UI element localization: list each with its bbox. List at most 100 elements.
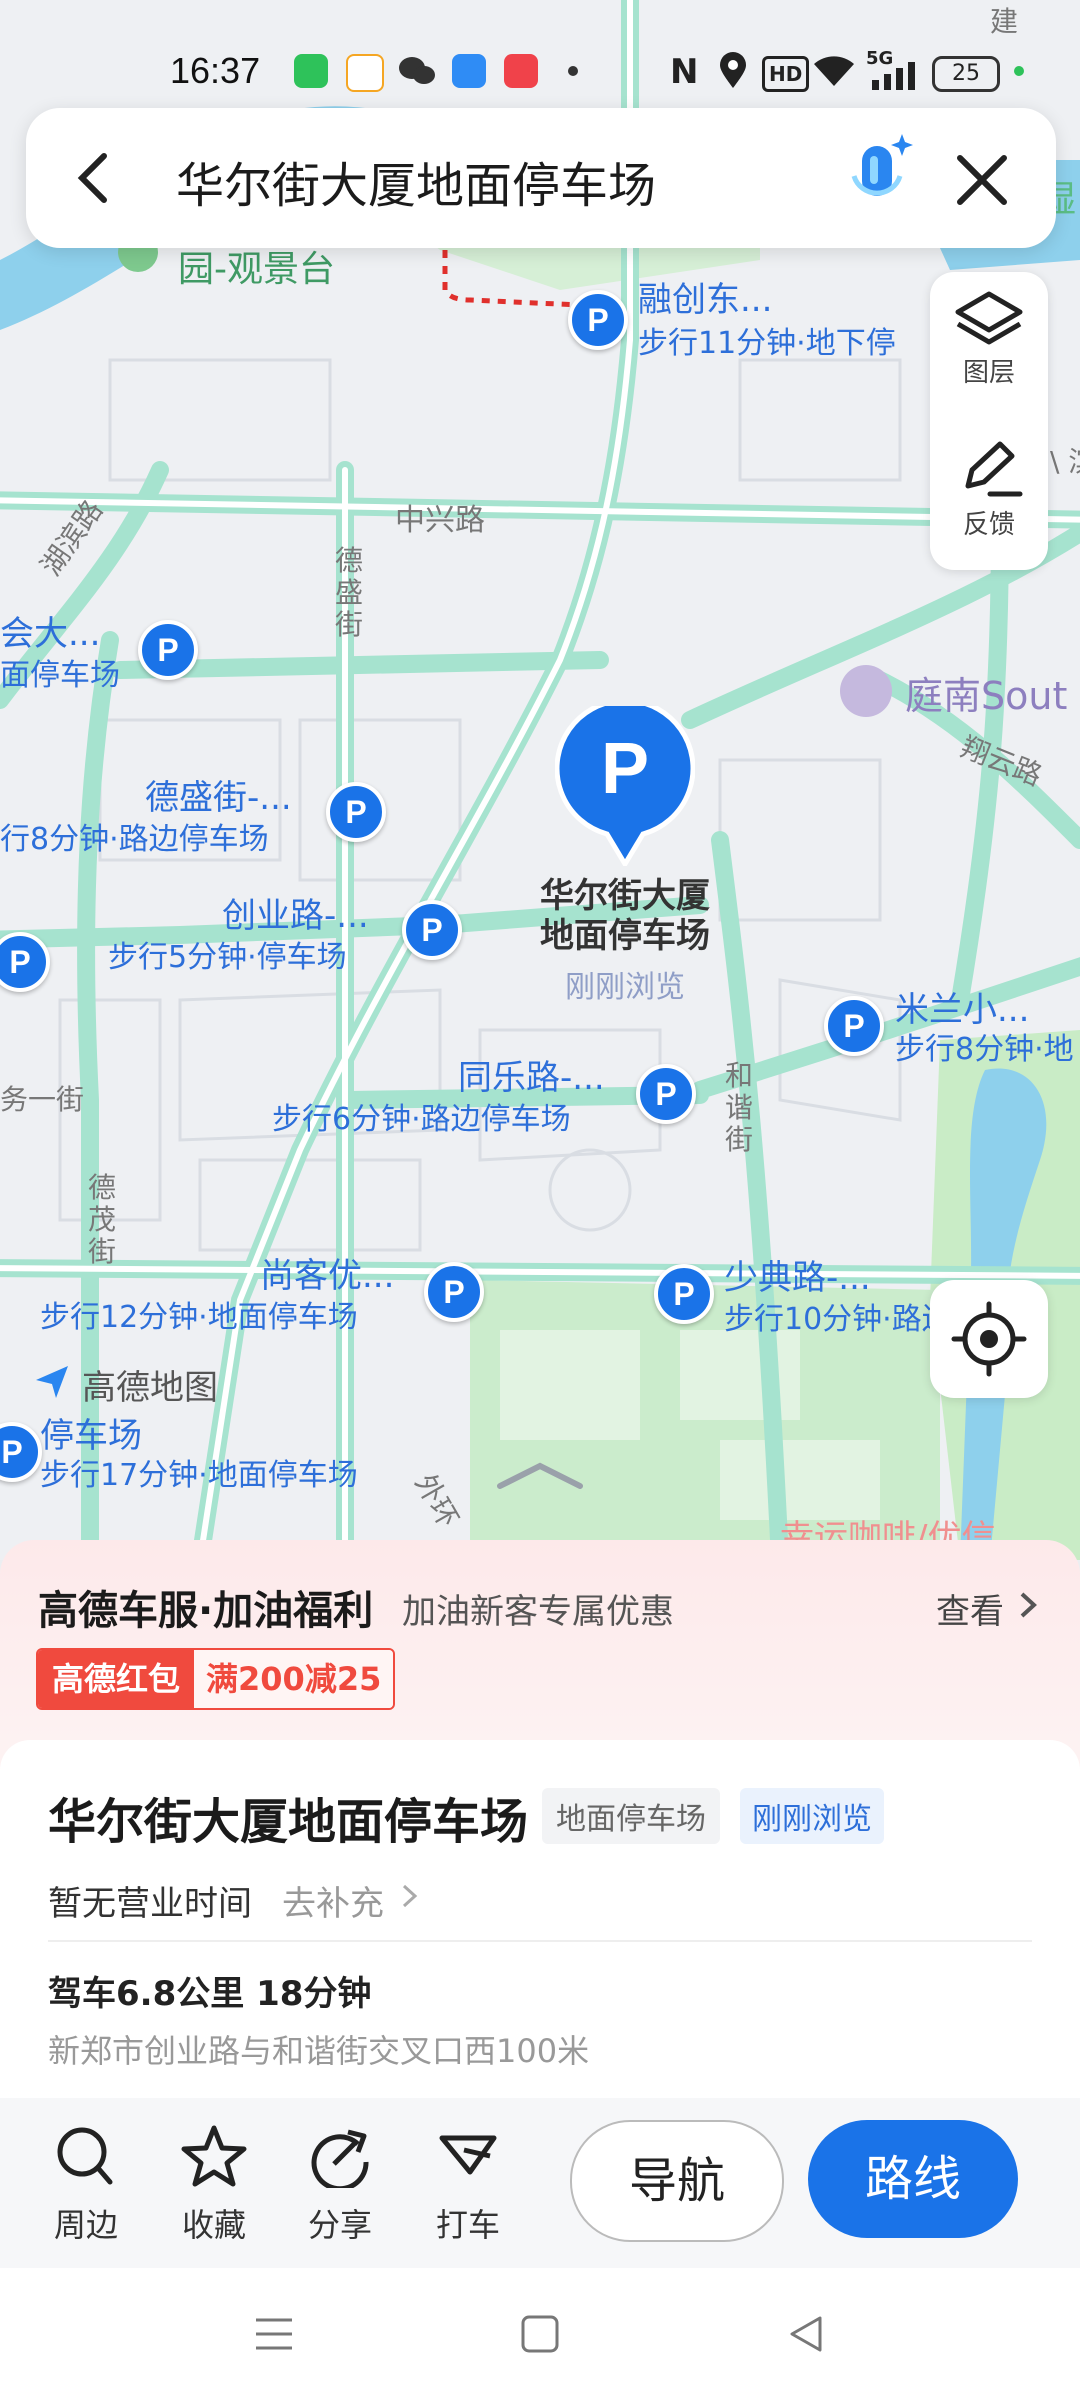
app-notification-icon [294, 54, 328, 88]
feedback-label: 反馈 [962, 510, 1015, 540]
locate-target-icon [951, 1301, 1027, 1377]
file-app-icon [452, 54, 486, 88]
parking-detail: 步行8分钟·地 [895, 1032, 1074, 1067]
green-dot-icon [1014, 66, 1024, 76]
drive-info: 驾车6.8公里 18分钟 [48, 1974, 372, 2014]
red-packet-coupon[interactable]: 高德红包 满200减25 [36, 1648, 396, 1710]
road-label-hexie: 和谐街 [725, 1059, 754, 1156]
chevron-right-icon [1016, 1590, 1040, 1620]
selected-pin-letter: P [600, 729, 650, 809]
promo-title: 高德车服·加油福利 [38, 1588, 374, 1634]
place-type-tag: 地面停车场 [542, 1788, 720, 1844]
back-icon[interactable] [66, 148, 126, 208]
taxi-label: 打车 [435, 2206, 500, 2244]
clock: 16:37 [170, 50, 261, 91]
hotel-icon[interactable] [840, 665, 892, 717]
share-button[interactable]: 分享 [290, 2124, 390, 2246]
voice-assistant-icon[interactable] [844, 132, 916, 224]
star-icon [181, 2125, 247, 2187]
parking-detail: 步行5分钟·停车场 [108, 940, 347, 975]
favorite-label: 收藏 [181, 2206, 246, 2244]
road-label-wuyi: 务一街 [0, 1083, 85, 1116]
parking-pin-icon[interactable]: P [326, 782, 386, 842]
promo-banner[interactable]: 高德车服·加油福利 加油新客专属优惠 查看 高德红包 满200减25 [0, 1540, 1080, 1770]
app58-notification-icon [346, 54, 384, 92]
layers-button[interactable]: 图层 [930, 288, 1048, 389]
hotel-label[interactable]: 庭南Sout [905, 665, 1067, 720]
selected-parking-label[interactable]: 华尔街大厦 地面停车场 [520, 876, 730, 956]
parking-detail: 行8分钟·路边停车场 [0, 822, 269, 857]
wechat-icon [398, 54, 436, 88]
navigate-button[interactable]: 导航 [570, 2120, 784, 2242]
favorite-button[interactable]: 收藏 [164, 2124, 264, 2246]
parking-pin-icon[interactable]: P [402, 900, 462, 960]
share-label: 分享 [307, 2206, 372, 2244]
parking-pin-icon[interactable]: P [636, 1064, 696, 1124]
amap-logo-icon [32, 1362, 72, 1402]
search-query[interactable]: 华尔街大厦地面停车场 [176, 146, 656, 216]
menu-icon[interactable] [252, 2312, 296, 2356]
divider [48, 1940, 1032, 1942]
nfc-icon: N [670, 52, 699, 92]
recent-tag: 刚刚浏览 [740, 1788, 884, 1844]
parking-name[interactable]: 会大... [0, 606, 100, 655]
battery-icon: 25 [932, 56, 1000, 92]
close-icon[interactable] [954, 152, 1010, 208]
parking-pin-icon[interactable]: P [824, 996, 884, 1056]
road-label-bin: \ 滨 [1050, 445, 1080, 478]
more-dot-icon [568, 66, 578, 76]
home-icon[interactable] [518, 2312, 562, 2356]
expand-chevron-icon[interactable] [496, 1456, 584, 1496]
wifi-icon [812, 54, 856, 88]
layers-icon [955, 291, 1023, 345]
road-label-zhongxing: 中兴路 [395, 503, 485, 538]
xiaohongshu-icon [504, 54, 538, 88]
location-icon [718, 52, 748, 90]
address: 新郑市创业路与和谐街交叉口西100米 [48, 2032, 590, 2070]
system-nav-bar [0, 2268, 1080, 2400]
feedback-edit-icon [965, 441, 1023, 497]
parking-name[interactable]: 尚客优... [260, 1248, 394, 1297]
search-bar[interactable]: 华尔街大厦地面停车场 [26, 108, 1056, 248]
hd-icon: HD [762, 56, 810, 92]
supplement-link[interactable]: 去补充 [282, 1876, 384, 1925]
signal-icon [868, 62, 916, 90]
parking-detail: 面停车场 [0, 658, 120, 693]
battery-level: 25 [952, 61, 980, 86]
selected-name-line1: 华尔街大厦 [540, 876, 710, 916]
back-nav-icon[interactable] [784, 2312, 828, 2356]
parking-pin-icon[interactable]: P [654, 1264, 714, 1324]
feedback-button[interactable]: 反馈 [930, 438, 1048, 541]
parking-name[interactable]: 德盛街-... [145, 770, 292, 819]
action-bar: 周边 收藏 分享 打车 导航 路线 [0, 2098, 1080, 2268]
amap-brand: 高德地图 [82, 1368, 218, 1408]
red-packet-badge: 高德红包 [38, 1650, 195, 1708]
status-bar: 16:37 N HD 5G 25 [0, 0, 1080, 110]
road-label-desheng: 德盛街 [335, 544, 364, 641]
place-detail-card[interactable]: 华尔街大厦地面停车场 地面停车场 刚刚浏览 暂无营业时间 去补充 驾车6.8公里… [0, 1740, 1080, 2100]
road-label-demao: 德茂街 [88, 1171, 117, 1268]
parking-pin-icon[interactable]: P [138, 620, 198, 680]
nearby-label: 周边 [53, 2206, 118, 2244]
parking-name[interactable]: 少典路-... [724, 1250, 871, 1299]
taxi-button[interactable]: 打车 [418, 2124, 518, 2246]
parking-pin-icon[interactable]: P [568, 290, 628, 350]
opening-hours: 暂无营业时间 [48, 1884, 252, 1924]
parking-name[interactable]: 同乐路-... [458, 1050, 605, 1099]
promo-view-link[interactable]: 查看 [936, 1584, 1004, 1633]
chevron-right-icon [400, 1882, 420, 1910]
parking-name[interactable]: 创业路-... [222, 888, 369, 937]
nearby-button[interactable]: 周边 [36, 2124, 136, 2246]
parking-detail: 步行17分钟·地面停车场 [40, 1458, 358, 1493]
parking-name[interactable]: 融创东... [638, 272, 772, 321]
promo-subtitle: 加油新客专属优惠 [402, 1592, 674, 1632]
parking-pin-icon[interactable]: P [424, 1262, 484, 1322]
share-icon [311, 2129, 369, 2192]
locate-me-button[interactable] [930, 1280, 1048, 1398]
parking-detail: 步行6分钟·路边停车场 [272, 1102, 571, 1137]
search-icon [57, 2127, 113, 2185]
route-button[interactable]: 路线 [808, 2120, 1018, 2238]
layers-label: 图层 [962, 358, 1015, 388]
selected-recent-tag: 刚刚浏览 [565, 970, 685, 1005]
place-title: 华尔街大厦地面停车场 [48, 1794, 529, 1850]
